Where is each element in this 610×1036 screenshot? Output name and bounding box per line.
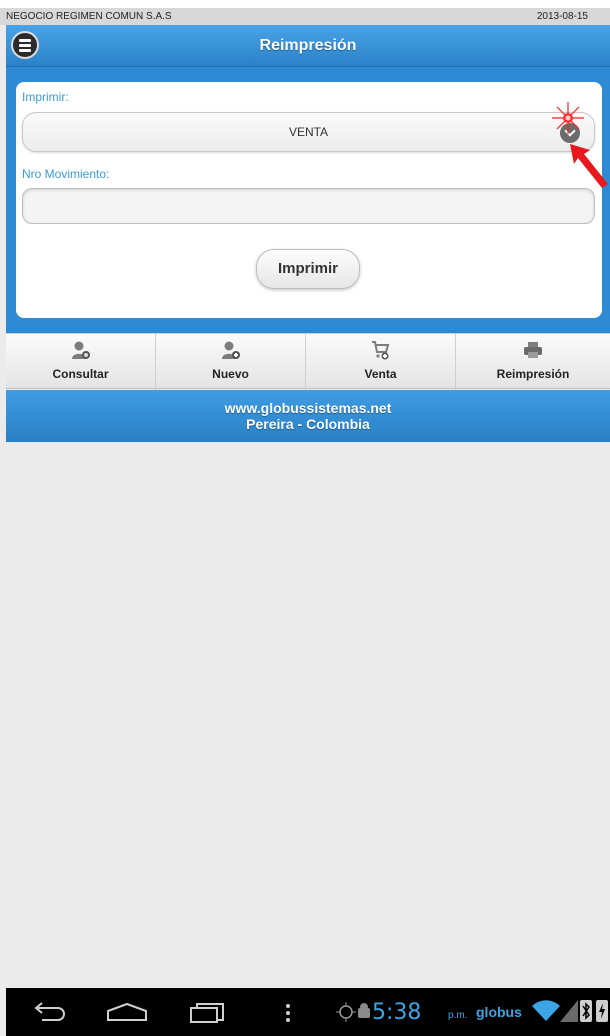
- overflow-menu-icon[interactable]: [284, 1002, 292, 1024]
- nav-item-consultar[interactable]: Consultar: [6, 334, 156, 390]
- nav-label: Nuevo: [212, 367, 249, 381]
- clock-time: 5:38: [372, 1000, 422, 1025]
- android-debug-icon: [358, 1003, 370, 1018]
- print-type-select[interactable]: VENTA: [22, 112, 595, 152]
- recent-apps-icon[interactable]: [189, 1002, 225, 1024]
- clock-ampm: p.m.: [448, 1010, 468, 1021]
- printer-icon: [524, 342, 542, 358]
- sparkle-icon: [552, 102, 584, 134]
- bottom-nav: Consultar Nuevo Venta Reimpresión: [6, 333, 610, 390]
- movement-number-input[interactable]: [22, 188, 595, 224]
- battery-icon: [596, 1000, 608, 1022]
- nav-item-reimpresion[interactable]: Reimpresión: [456, 334, 610, 390]
- print-button[interactable]: Imprimir: [256, 249, 360, 289]
- user-add-icon: [221, 341, 240, 359]
- movement-number-label: Nro Movimiento:: [22, 167, 110, 181]
- print-type-value: VENTA: [288, 125, 329, 139]
- form-card: Imprimir: VENTA Nro Movimiento: Imprimir: [16, 82, 602, 318]
- current-date: 2013-08-15: [536, 11, 588, 22]
- system-navigation-bar: 5:38 p.m. globus: [6, 988, 610, 1036]
- bluetooth-icon: [580, 1000, 592, 1022]
- print-type-label: Imprimir:: [22, 90, 69, 104]
- page-title: Reimpresión: [259, 37, 357, 54]
- signal-icon: [560, 1000, 578, 1022]
- nav-label: Consultar: [52, 367, 109, 381]
- wifi-icon: [532, 1000, 560, 1021]
- form-panel: Imprimir: VENTA Nro Movimiento: Imprimir: [6, 67, 610, 333]
- nav-item-venta[interactable]: Venta: [306, 334, 456, 390]
- nav-label: Reimpresión: [496, 367, 570, 381]
- carrier-name: globus: [476, 1004, 522, 1020]
- footer: www.globussistemas.net Pereira - Colombi…: [6, 390, 610, 442]
- home-icon[interactable]: [106, 1002, 148, 1022]
- app-status-strip: NEGOCIO REGIMEN COMUN S.A.S 2013-08-15: [0, 8, 610, 25]
- app-header: Reimpresión: [6, 25, 610, 67]
- footer-location: Pereira - Colombia: [246, 416, 370, 432]
- back-icon[interactable]: [32, 1002, 66, 1022]
- user-search-icon: [71, 341, 90, 359]
- top-edge: [0, 0, 610, 8]
- footer-website[interactable]: www.globussistemas.net: [6, 400, 610, 416]
- nav-label: Venta: [364, 367, 397, 381]
- company-name: NEGOCIO REGIMEN COMUN S.A.S: [6, 11, 172, 22]
- gps-icon: [336, 1002, 356, 1022]
- nav-item-nuevo[interactable]: Nuevo: [156, 334, 306, 390]
- cart-add-icon: [371, 341, 389, 360]
- pointer-arrow-icon: [570, 144, 608, 188]
